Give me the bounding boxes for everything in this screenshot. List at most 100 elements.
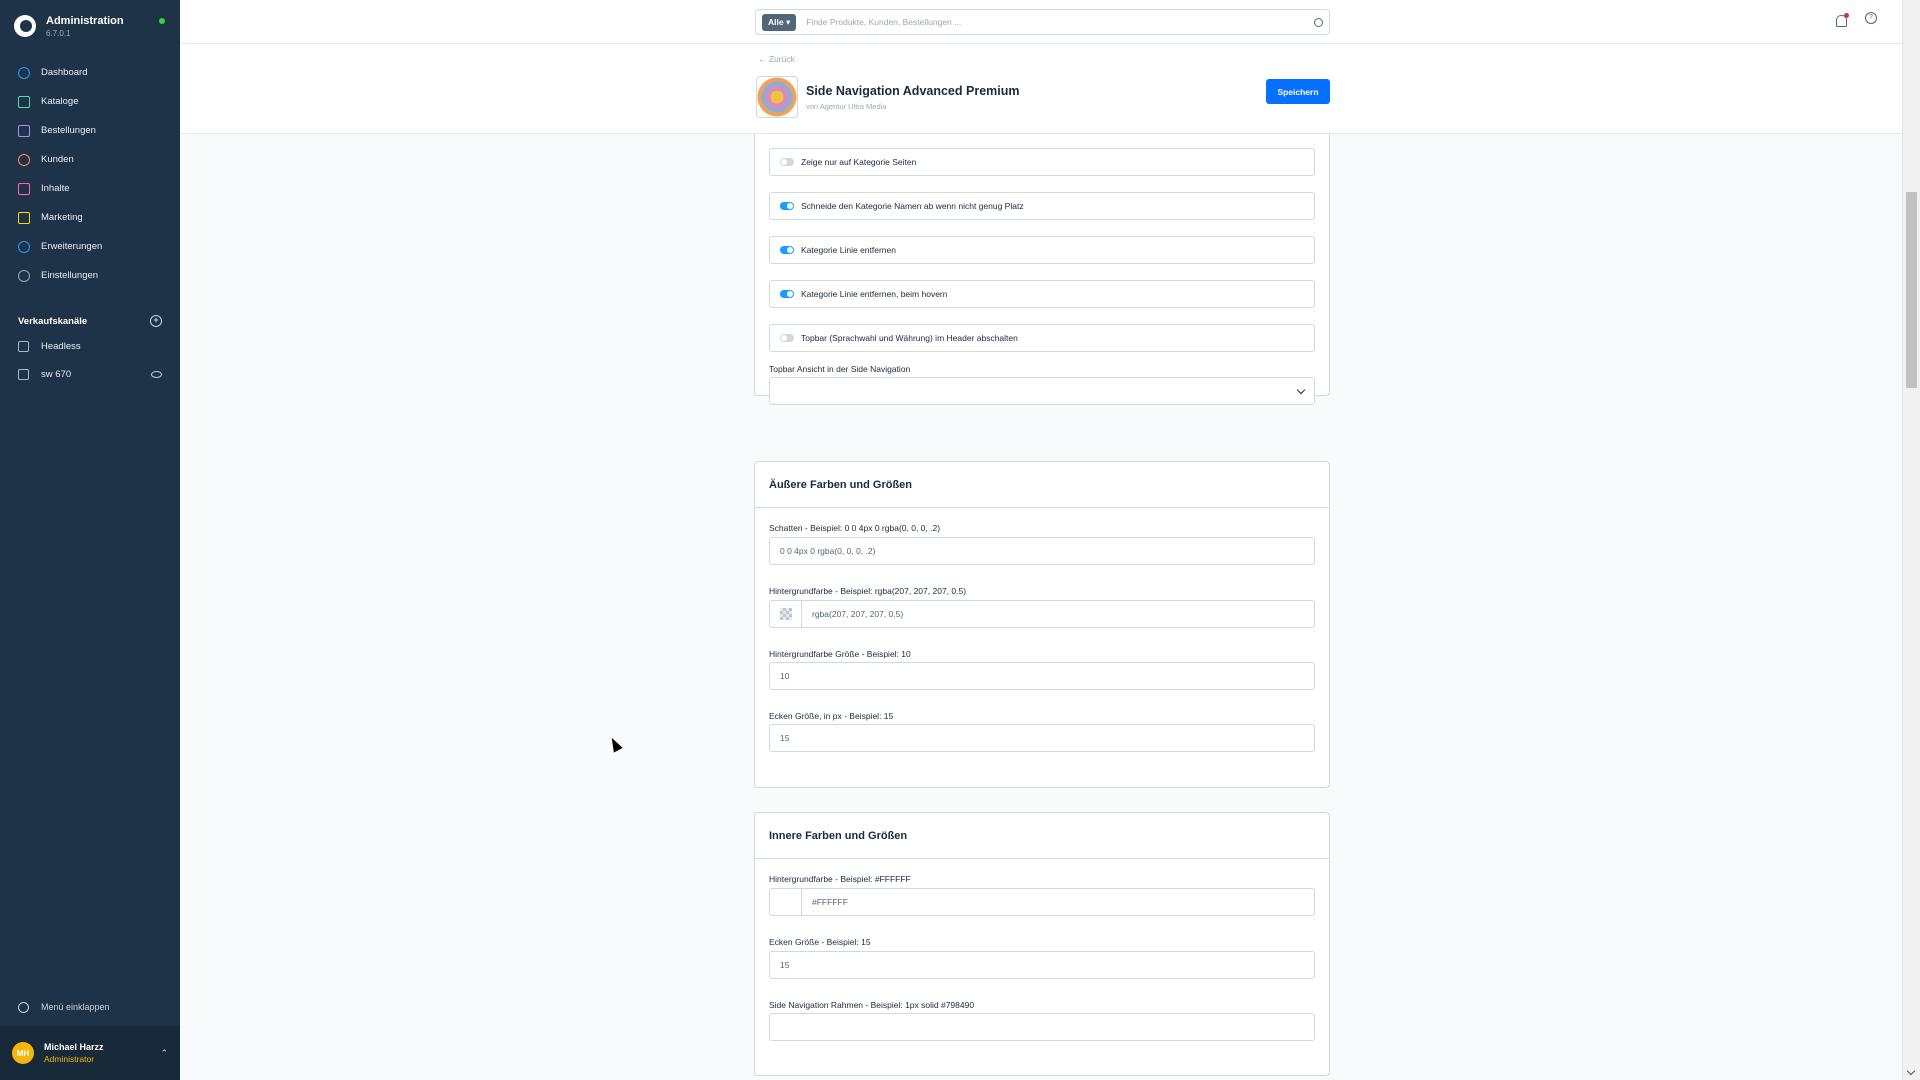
toggle-label: Kategorie Linie entfernen, beim hovern <box>801 289 948 299</box>
toggle-switch[interactable] <box>780 202 794 210</box>
toggle-label: Topbar (Sprachwahl und Währung) im Heade… <box>801 333 1018 343</box>
sales-channel-sw670[interactable]: sw 670 <box>0 360 180 388</box>
outer-bg-size-field[interactable] <box>769 662 1315 690</box>
chevron-down-icon <box>1296 385 1306 395</box>
toggle-row-disable-topbar[interactable]: Topbar (Sprachwahl und Währung) im Heade… <box>769 324 1315 352</box>
sidebar-item-kataloge[interactable]: Kataloge <box>0 87 180 116</box>
status-online-icon <box>159 18 165 24</box>
shopping-bag-icon <box>18 124 30 137</box>
brand-title: Administration <box>46 14 124 27</box>
toggle-label: Schneide den Kategorie Namen ab wenn nic… <box>801 201 1024 211</box>
color-swatch[interactable] <box>770 601 802 627</box>
outer-colors-card: Äußere Farben und Größen Schatten - Beis… <box>754 461 1330 788</box>
outer-corner-input[interactable] <box>770 725 1314 751</box>
add-sales-channel-icon[interactable]: + <box>150 315 162 327</box>
sidebar-item-kunden[interactable]: Kunden <box>0 145 180 174</box>
toggle-row-truncate-names[interactable]: Schneide den Kategorie Namen ab wenn nic… <box>769 192 1315 220</box>
sales-channel-headless[interactable]: Headless <box>0 332 180 360</box>
megaphone-icon <box>18 211 30 224</box>
toggle-label: Zeige nur auf Kategorie Seiten <box>801 157 917 167</box>
top-bar: Alle ▾ ? <box>180 0 1902 44</box>
collapse-menu-label: Menü einklappen <box>41 1002 110 1012</box>
user-icon <box>18 153 30 166</box>
toggle-switch[interactable] <box>780 246 794 254</box>
sidebar-item-inhalte[interactable]: Inhalte <box>0 174 180 203</box>
user-menu[interactable]: MH Michael Harzz Administrator ⌃ <box>0 1026 180 1080</box>
sidebar-item-einstellungen[interactable]: Einstellungen <box>0 261 180 290</box>
user-name: Michael Harzz <box>44 1042 104 1052</box>
general-settings-card: Zeige nur auf Kategorie Seiten Schneide … <box>754 134 1330 405</box>
outer-corner-field[interactable] <box>769 724 1315 752</box>
inner-border-input[interactable] <box>770 1014 1314 1040</box>
sidebar-item-erweiterungen[interactable]: Erweiterungen <box>0 232 180 261</box>
help-icon[interactable]: ? <box>1865 12 1877 24</box>
outer-bg-input[interactable] <box>802 601 1314 627</box>
toggle-row-category-only[interactable]: Zeige nur auf Kategorie Seiten <box>769 148 1315 176</box>
sidebar-item-bestellungen[interactable]: Bestellungen <box>0 116 180 145</box>
user-role: Administrator <box>44 1054 95 1064</box>
card-title: Innere Farben und Größen <box>755 813 1329 859</box>
extension-logo-icon <box>756 76 798 118</box>
toggle-switch[interactable] <box>780 334 794 342</box>
sales-channels-title: Verkaufskanäle <box>18 315 88 327</box>
sidebar: Administration 6.7.0.1 Dashboard Katalog… <box>0 0 180 1080</box>
inner-colors-card: Innere Farben und Größen Hintergrundfarb… <box>754 812 1330 1076</box>
sidebar-item-label: Kataloge <box>41 96 79 107</box>
color-swatch[interactable] <box>770 889 802 915</box>
page-header: ← Zurück Side Navigation Advanced Premiu… <box>180 44 1902 134</box>
toggle-switch[interactable] <box>780 290 794 298</box>
sales-channels-header: Verkaufskanäle + <box>0 310 180 332</box>
plug-icon <box>18 240 30 253</box>
inner-bg-colorpicker[interactable] <box>769 888 1315 916</box>
chevron-up-icon: ⌃ <box>160 1047 168 1058</box>
main-nav: Dashboard Kataloge Bestellungen Kunden I… <box>0 58 180 290</box>
collapse-menu-button[interactable]: Menü einklappen <box>0 994 180 1020</box>
search-input[interactable] <box>806 17 1314 27</box>
search-filter-dropdown[interactable]: Alle ▾ <box>762 13 797 31</box>
inner-border-label: Side Navigation Rahmen - Beispiel: 1px s… <box>769 1000 975 1010</box>
page-scrollbar[interactable] <box>1902 0 1920 1080</box>
inner-corner-field[interactable] <box>769 951 1315 979</box>
search-icon[interactable] <box>1314 17 1323 27</box>
white-color-chip <box>779 896 792 908</box>
outer-bg-size-input[interactable] <box>770 663 1314 689</box>
back-link[interactable]: ← Zurück <box>758 54 795 64</box>
outer-bg-colorpicker[interactable] <box>769 600 1315 628</box>
sidebar-item-label: Dashboard <box>41 67 88 78</box>
sidebar-item-label: Erweiterungen <box>41 241 103 252</box>
save-button[interactable]: Speichern <box>1266 79 1330 104</box>
toggle-row-remove-line[interactable]: Kategorie Linie entfernen <box>769 236 1315 264</box>
scrollbar-thumb[interactable] <box>1906 192 1917 388</box>
transparent-color-chip <box>779 608 792 620</box>
sales-channel-list: Headless sw 670 <box>0 332 180 388</box>
shadow-input[interactable] <box>770 538 1314 564</box>
shadow-field[interactable] <box>769 537 1315 565</box>
inner-bg-input[interactable] <box>802 889 1314 915</box>
page-title: Side Navigation Advanced Premium <box>806 84 1020 98</box>
inner-corner-input[interactable] <box>770 952 1314 978</box>
gauge-icon <box>18 66 30 79</box>
global-search: Alle ▾ <box>755 9 1330 35</box>
avatar: MH <box>12 1042 34 1064</box>
eye-icon[interactable] <box>151 370 162 378</box>
toggle-switch[interactable] <box>780 158 794 166</box>
storefront-icon <box>18 368 29 380</box>
sidebar-item-label: Marketing <box>41 212 83 223</box>
outer-corner-label: Ecken Größe, in px - Beispiel: 15 <box>769 711 894 721</box>
inner-bg-label: Hintergrundfarbe - Beispiel: #FFFFFF <box>769 874 911 884</box>
brand[interactable]: Administration 6.7.0.1 <box>0 0 180 52</box>
storefront-icon <box>18 340 29 352</box>
scroll-down-icon[interactable] <box>1906 1066 1916 1076</box>
catalog-icon <box>18 95 30 108</box>
topbar-view-select[interactable] <box>769 377 1315 405</box>
sidebar-item-marketing[interactable]: Marketing <box>0 203 180 232</box>
inner-corner-label: Ecken Größe - Beispiel: 15 <box>769 937 871 947</box>
sidebar-item-dashboard[interactable]: Dashboard <box>0 58 180 87</box>
toggle-row-remove-line-hover[interactable]: Kategorie Linie entfernen, beim hovern <box>769 280 1315 308</box>
brand-version: 6.7.0.1 <box>46 28 71 38</box>
extension-vendor: von Agentur Ultra Media <box>806 102 887 111</box>
main-content: Zeige nur auf Kategorie Seiten Schneide … <box>180 134 1902 1080</box>
shadow-label: Schatten - Beispiel: 0 0 4px 0 rgba(0, 0… <box>769 523 941 533</box>
inner-border-field[interactable] <box>769 1013 1315 1041</box>
sales-channel-label: sw 670 <box>41 368 72 380</box>
